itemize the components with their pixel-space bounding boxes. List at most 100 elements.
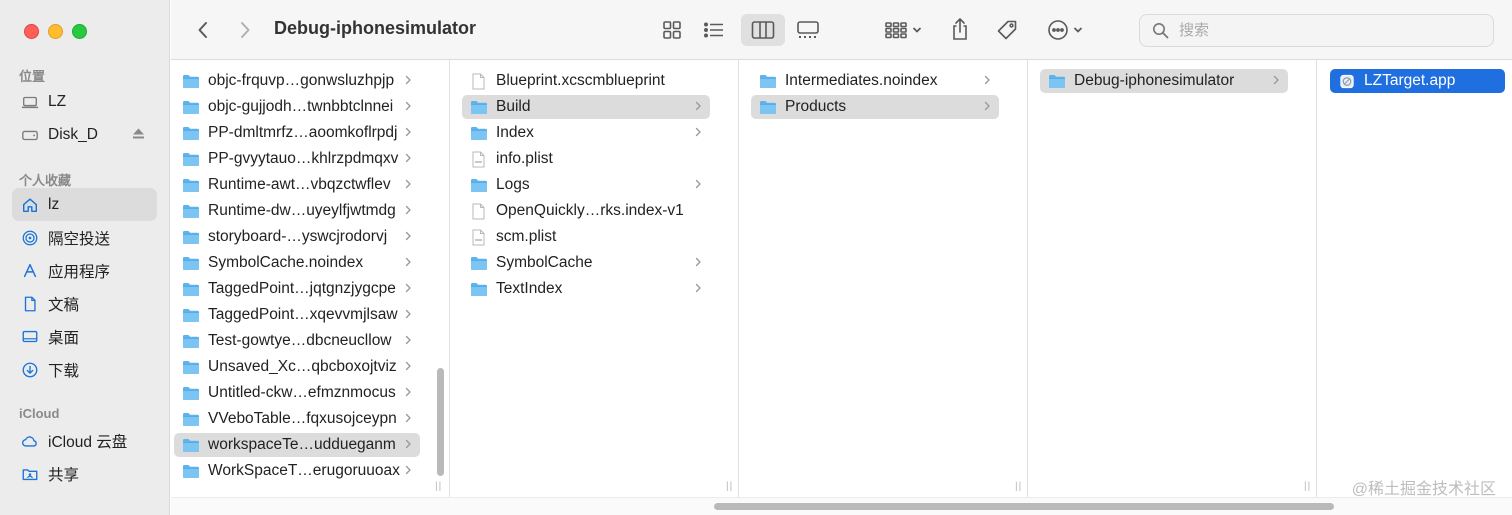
folder-item[interactable]: storyboard-…yswcjrodorvj <box>174 225 420 249</box>
folder-item[interactable]: TextIndex <box>462 277 710 301</box>
folder-item[interactable]: Build <box>462 95 710 119</box>
folder-icon <box>183 386 199 400</box>
folder-item[interactable]: Untitled-ckw…efmznmocus <box>174 381 420 405</box>
forward-button[interactable] <box>231 16 259 44</box>
item-label: OpenQuickly…rks.index-v1 <box>496 202 684 219</box>
folder-item[interactable]: VVeboTable…fqxusojceypn <box>174 407 420 431</box>
zoom-button[interactable] <box>72 24 87 39</box>
sidebar-item-documents[interactable]: 文稿 <box>12 287 157 320</box>
tags-button[interactable] <box>991 14 1023 46</box>
app-icon <box>1340 74 1354 88</box>
home-icon <box>20 195 40 215</box>
item-label: Unsaved_Xc…qbcboxojtviz <box>208 358 397 375</box>
sidebar-item-downloads[interactable]: 下载 <box>12 353 157 386</box>
close-button[interactable] <box>24 24 39 39</box>
plist-file-icon <box>472 229 485 245</box>
item-label: VVeboTable…fqxusojceypn <box>208 410 397 427</box>
column-view-button[interactable] <box>741 14 785 46</box>
folder-icon <box>183 74 199 88</box>
file-icon <box>472 73 485 89</box>
chevron-right-icon <box>405 75 411 85</box>
folder-item[interactable]: PP-dmltmrfz…aoomkoflrpdj <box>174 121 420 145</box>
folder-item[interactable]: Unsaved_Xc…qbcboxojtviz <box>174 355 420 379</box>
item-label: TextIndex <box>496 280 563 297</box>
item-label: Intermediates.noindex <box>785 72 938 89</box>
back-button[interactable] <box>189 16 217 44</box>
folder-item[interactable]: objc-frquvp…gonwsluzhpjp <box>174 69 420 93</box>
folder-item[interactable]: objc-gujjodh…twnbbtclnnei <box>174 95 420 119</box>
laptop-icon <box>20 92 40 112</box>
sidebar-item-disk-d[interactable]: Disk_D <box>12 118 157 151</box>
sidebar-item-shared[interactable]: 共享 <box>12 457 157 490</box>
item-label: PP-dmltmrfz…aoomkoflrpdj <box>208 124 398 141</box>
sidebar-item-applications[interactable]: 应用程序 <box>12 254 157 287</box>
item-label: LZTarget.app <box>1364 72 1456 89</box>
column-resize-handle[interactable]: || <box>1015 481 1022 492</box>
sidebar-item-label: lz <box>48 195 60 213</box>
minimize-button[interactable] <box>48 24 63 39</box>
column-5[interactable]: LZTarget.app <box>1317 60 1512 497</box>
sidebar-item-label: 隔空投送 <box>48 230 111 248</box>
icon-view-button[interactable] <box>656 15 688 45</box>
folder-item[interactable]: Index <box>462 121 710 145</box>
sidebar-item-label: iCloud 云盘 <box>48 433 128 451</box>
sidebar-item-icloud-drive[interactable]: iCloud 云盘 <box>12 424 157 457</box>
folder-item[interactable]: SymbolCache.noindex <box>174 251 420 275</box>
column-3[interactable]: || Intermediates.noindex Products <box>739 60 1028 497</box>
column-1[interactable]: || objc-frquvp…gonwsluzhpjp objc-gujjodh…… <box>171 60 450 497</box>
chevron-right-icon <box>695 283 701 293</box>
eject-icon[interactable] <box>132 127 145 140</box>
chevron-right-icon <box>405 439 411 449</box>
file-item[interactable]: OpenQuickly…rks.index-v1 <box>462 199 710 223</box>
column-resize-handle[interactable]: || <box>726 481 733 492</box>
horizontal-scrollbar[interactable] <box>714 503 1334 510</box>
folder-item[interactable]: WorkSpaceT…erugoruuoax <box>174 459 420 483</box>
sidebar-item-label: 应用程序 <box>48 263 111 281</box>
chevron-right-icon <box>405 257 411 267</box>
folder-item[interactable]: TaggedPoint…jqtgnzjygcpe <box>174 277 420 301</box>
file-item[interactable]: scm.plist <box>462 225 710 249</box>
folder-icon <box>471 256 487 270</box>
folder-item[interactable]: SymbolCache <box>462 251 710 275</box>
folder-item[interactable]: PP-gvyytauo…khlrzpdmqxv <box>174 147 420 171</box>
chevron-right-icon <box>695 179 701 189</box>
column-2[interactable]: || Blueprint.xcscmblueprint Build Index inf… <box>450 60 739 497</box>
folder-item[interactable]: Test-gowtye…dbcneucllow <box>174 329 420 353</box>
sidebar-section-title-icloud: iCloud <box>19 406 60 421</box>
folder-item[interactable]: Debug-iphonesimulator <box>1040 69 1288 93</box>
folder-item[interactable]: Products <box>751 95 999 119</box>
file-item[interactable]: info.plist <box>462 147 710 171</box>
folder-icon <box>183 178 199 192</box>
app-item[interactable]: LZTarget.app <box>1330 69 1505 93</box>
folder-item[interactable]: workspaceTe…uddueganm <box>174 433 420 457</box>
folder-item[interactable]: Runtime-dw…uyeylfjwtmdg <box>174 199 420 223</box>
folder-icon <box>471 100 487 114</box>
sidebar-item-airdrop[interactable]: 隔空投送 <box>12 221 157 254</box>
item-label: objc-frquvp…gonwsluzhpjp <box>208 72 395 89</box>
folder-item[interactable]: Runtime-awt…vbqzctwflev <box>174 173 420 197</box>
column-resize-handle[interactable]: || <box>1304 481 1311 492</box>
group-by-button[interactable] <box>879 15 927 45</box>
folder-icon <box>183 334 199 348</box>
column-resize-handle[interactable]: || <box>435 481 442 492</box>
sidebar-item-home[interactable]: lz <box>12 188 157 221</box>
chevron-right-icon <box>405 101 411 111</box>
list-view-button[interactable] <box>698 15 730 45</box>
search-field[interactable] <box>1139 14 1494 47</box>
folder-item[interactable]: TaggedPoint…xqevvmjlsaw <box>174 303 420 327</box>
sidebar-item-desktop[interactable]: 桌面 <box>12 320 157 353</box>
item-label: WorkSpaceT…erugoruuoax <box>208 462 400 479</box>
file-item[interactable]: Blueprint.xcscmblueprint <box>462 69 710 93</box>
more-actions-button[interactable] <box>1041 14 1089 46</box>
applications-icon <box>20 261 40 281</box>
folder-icon <box>760 74 776 88</box>
gallery-view-button[interactable] <box>791 15 825 45</box>
search-input[interactable] <box>1177 21 1481 40</box>
folder-item[interactable]: Intermediates.noindex <box>751 69 999 93</box>
vertical-scrollbar[interactable] <box>437 368 444 476</box>
cloud-icon <box>20 431 40 451</box>
share-button[interactable] <box>945 13 975 45</box>
folder-item[interactable]: Logs <box>462 173 710 197</box>
sidebar-item-lz[interactable]: LZ <box>12 85 157 118</box>
column-4[interactable]: || Debug-iphonesimulator <box>1028 60 1317 497</box>
